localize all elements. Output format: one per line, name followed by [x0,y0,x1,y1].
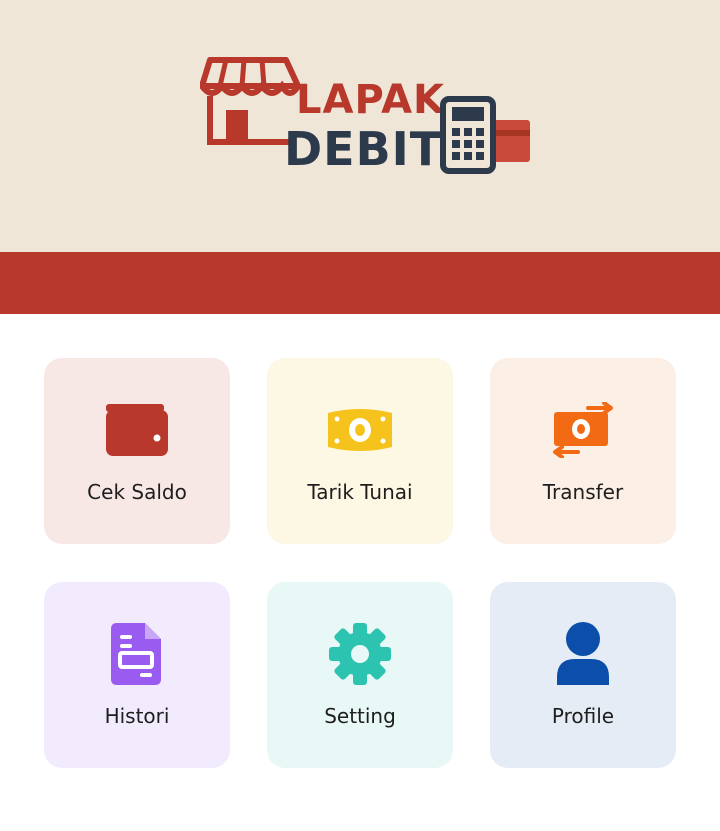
brand-name-top: LAPAK [296,77,446,123]
menu-item-setting[interactable]: Setting [267,582,453,768]
app-header: LAPAK DEBIT [0,0,720,252]
cash-icon [324,398,396,462]
menu-item-label: Profile [551,704,615,728]
menu-item-profile[interactable]: Profile [490,582,676,768]
menu-grid: Cek Saldo Tarik Tunai Transfer Histori S… [44,358,676,768]
menu-item-label: Cek Saldo [87,480,187,504]
money-transfer-icon [547,398,619,462]
gear-icon [324,622,396,686]
document-icon [101,622,173,686]
menu-item-histori[interactable]: Histori [44,582,230,768]
menu-item-tarik-tunai[interactable]: Tarik Tunai [267,358,453,544]
brand-name-bottom: DEBIT [284,122,443,176]
calculator-card-icon [440,96,530,174]
menu-item-transfer[interactable]: Transfer [490,358,676,544]
menu-item-label: Tarik Tunai [307,480,413,504]
menu-item-label: Histori [104,704,170,728]
wallet-icon [101,398,173,462]
menu-item-label: Setting [324,704,396,728]
menu-item-label: Transfer [542,480,624,504]
brand-logo: LAPAK DEBIT [200,52,530,176]
header-band [0,252,720,314]
menu-item-cek-saldo[interactable]: Cek Saldo [44,358,230,544]
user-icon [547,622,619,686]
